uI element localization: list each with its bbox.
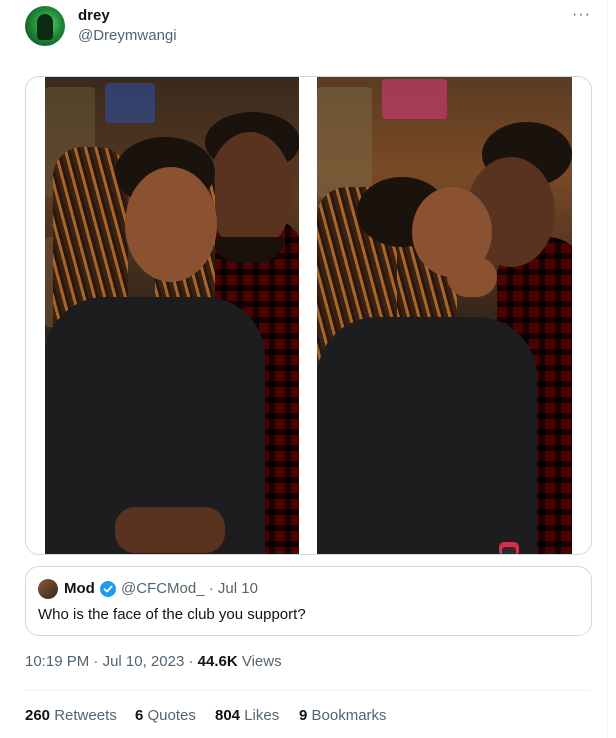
media-grid	[25, 76, 592, 555]
likes-stat[interactable]: 804 Likes	[215, 707, 279, 724]
divider	[25, 690, 590, 691]
more-options-icon[interactable]: ···	[572, 6, 591, 24]
likes-count: 804	[215, 707, 241, 724]
tweet-date[interactable]: Jul 10, 2023	[103, 653, 185, 670]
author-handle[interactable]: @Dreymwangi	[78, 27, 177, 44]
views-count: 44.6K	[197, 653, 238, 670]
photo-1[interactable]	[45, 77, 299, 554]
tweet-meta: 10:19 PM · Jul 10, 2023 · 44.6K Views	[25, 653, 282, 670]
views-label: Views	[241, 653, 282, 670]
meta-separator: ·	[93, 653, 99, 670]
author-avatar[interactable]	[25, 6, 65, 46]
bookmarks-count: 9	[299, 707, 308, 724]
quotes-stat[interactable]: 6 Quotes	[135, 707, 196, 724]
retweets-stat[interactable]: 260 Retweets	[25, 707, 117, 724]
quoted-avatar	[38, 579, 58, 599]
quoted-handle-date: @CFCMod_ · Jul 10	[121, 580, 258, 597]
tweet-time[interactable]: 10:19 PM	[25, 653, 89, 670]
bookmarks-label: Bookmarks	[311, 707, 387, 724]
quoted-tweet[interactable]: Mod @CFCMod_ · Jul 10 Who is the face of…	[25, 566, 592, 636]
quotes-label: Quotes	[147, 707, 196, 724]
quoted-handle: @CFCMod_	[121, 580, 205, 597]
author-display-name[interactable]: drey	[78, 7, 110, 24]
bookmarks-stat[interactable]: 9 Bookmarks	[299, 707, 387, 724]
quoted-author-name: Mod	[64, 580, 95, 597]
tweet-container: drey @Dreymwangi ··· Mod @CFCMod_ · Jul …	[0, 0, 608, 738]
quoted-date: · Jul 10	[208, 580, 258, 597]
retweets-label: Retweets	[54, 707, 117, 724]
meta-separator: ·	[188, 653, 194, 670]
quotes-count: 6	[135, 707, 144, 724]
retweets-count: 260	[25, 707, 51, 724]
photo-2[interactable]	[317, 77, 572, 554]
quoted-text: Who is the face of the club you support?	[38, 606, 306, 623]
verified-badge-icon	[100, 581, 116, 597]
likes-label: Likes	[244, 707, 280, 724]
